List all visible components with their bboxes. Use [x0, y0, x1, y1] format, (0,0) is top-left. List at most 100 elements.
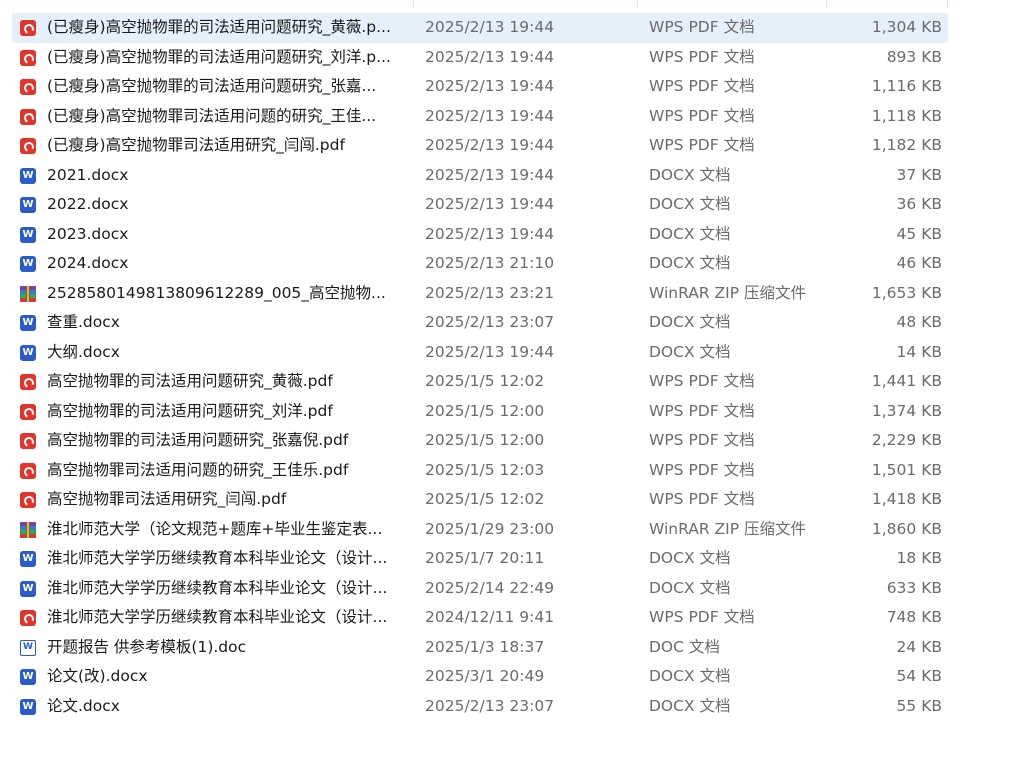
- file-name: 查重.docx: [47, 313, 120, 331]
- docx-icon: W: [20, 226, 36, 243]
- file-size: 45 KB: [896, 224, 942, 243]
- file-date-modified: 2025/1/7 20:11: [425, 549, 545, 567]
- file-size: 24 KB: [896, 637, 942, 656]
- docx-icon: W: [20, 344, 36, 361]
- file-type: WPS PDF 文档: [649, 401, 755, 420]
- file-name: 高空抛物罪的司法适用问题研究_张嘉倪.pdf: [47, 431, 349, 449]
- file-row[interactable]: (已瘦身)高空抛物罪司法适用问题的研究_王佳... 2025/2/13 19:44…: [12, 102, 948, 132]
- file-type: WPS PDF 文档: [649, 460, 755, 479]
- file-date-modified: 2025/2/13 23:07: [425, 696, 555, 715]
- file-row[interactable]: 高空抛物罪司法适用问题的研究_王佳乐.pdf 2025/1/5 12:03 WPS …: [12, 456, 948, 486]
- file-size: 1,418 KB: [871, 490, 942, 508]
- file-name: (已瘦身)高空抛物罪的司法适用问题研究_张嘉...: [47, 77, 377, 95]
- file-name: 论文(改).docx: [47, 667, 148, 685]
- file-date-modified: 2025/2/13 23:07: [425, 313, 555, 331]
- file-date-modified: 2025/2/13 19:44: [425, 47, 555, 66]
- file-date-modified: 2025/2/13 19:44: [425, 165, 555, 184]
- file-row[interactable]: W 2022.docx 2025/2/13 19:44 DOCX 文档 36 KB: [12, 190, 948, 220]
- file-row[interactable]: 高空抛物罪的司法适用问题研究_张嘉倪.pdf 2025/1/5 12:00 WPS …: [12, 426, 948, 456]
- file-size: 18 KB: [896, 549, 942, 567]
- docx-icon: W: [20, 580, 36, 597]
- file-size: 1,374 KB: [871, 401, 942, 420]
- file-type: WPS PDF 文档: [649, 608, 755, 626]
- file-row[interactable]: W 论文(改).docx 2025/3/1 20:49 DOCX 文档 54 KB: [12, 662, 948, 692]
- file-type: WPS PDF 文档: [649, 431, 755, 449]
- file-size: 46 KB: [896, 254, 942, 272]
- file-type: WPS PDF 文档: [649, 136, 755, 154]
- file-type: DOCX 文档: [649, 254, 731, 272]
- pdf-icon: [20, 79, 36, 95]
- file-date-modified: 2025/2/13 19:44: [425, 18, 555, 36]
- file-size: 1,182 KB: [871, 136, 942, 154]
- file-type: WPS PDF 文档: [649, 490, 755, 508]
- file-type: WPS PDF 文档: [649, 18, 755, 36]
- file-size: 1,441 KB: [871, 372, 942, 390]
- file-type: DOCX 文档: [649, 549, 731, 567]
- file-type: WPS PDF 文档: [649, 106, 755, 125]
- file-row[interactable]: (已瘦身)高空抛物罪的司法适用问题研究_张嘉... 2025/2/13 19:44…: [12, 72, 948, 102]
- file-size: 633 KB: [886, 578, 942, 597]
- file-row[interactable]: W 查重.docx 2025/2/13 23:07 DOCX 文档 48 KB: [12, 308, 948, 338]
- column-dividers: [0, 0, 1024, 8]
- file-type: DOCX 文档: [649, 224, 731, 243]
- file-row[interactable]: 高空抛物罪的司法适用问题研究_刘洋.pdf 2025/1/5 12:00 WPS P…: [12, 397, 948, 427]
- file-date-modified: 2025/2/13 21:10: [425, 254, 555, 272]
- file-date-modified: 2025/2/13 19:44: [425, 106, 555, 125]
- pdf-icon: [20, 492, 36, 508]
- pdf-icon: [20, 403, 36, 420]
- file-date-modified: 2025/1/5 12:03: [425, 460, 545, 479]
- file-name: 开题报告 供参考模板(1).doc: [47, 637, 247, 656]
- pdf-icon: [20, 20, 36, 36]
- file-date-modified: 2025/2/14 22:49: [425, 578, 555, 597]
- file-type: DOCX 文档: [649, 578, 731, 597]
- file-size: 893 KB: [886, 47, 942, 66]
- file-size: 2,229 KB: [871, 431, 942, 449]
- file-size: 36 KB: [896, 195, 942, 213]
- file-row[interactable]: 高空抛物罪的司法适用问题研究_黄薇.pdf 2025/1/5 12:02 WPS P…: [12, 367, 948, 397]
- file-name: 2022.docx: [47, 195, 129, 213]
- file-row[interactable]: W 2023.docx 2025/2/13 19:44 DOCX 文档 45 KB: [12, 220, 948, 250]
- file-type: WPS PDF 文档: [649, 372, 755, 390]
- file-name: 论文.docx: [47, 696, 120, 715]
- file-name: 淮北师范大学学历继续教育本科毕业论文（设计...: [47, 578, 388, 597]
- file-date-modified: 2025/1/5 12:00: [425, 401, 545, 420]
- file-row[interactable]: W 2021.docx 2025/2/13 19:44 DOCX 文档 37 KB: [12, 161, 948, 191]
- file-date-modified: 2025/1/3 18:37: [425, 637, 545, 656]
- file-date-modified: 2025/1/5 12:02: [425, 490, 545, 508]
- file-row[interactable]: W 淮北师范大学学历继续教育本科毕业论文（设计... 2025/2/14 22:49…: [12, 574, 948, 604]
- pdf-icon: [20, 138, 36, 154]
- file-row[interactable]: W 开题报告 供参考模板(1).doc 2025/1/3 18:37 DOC 文档 24…: [12, 633, 948, 663]
- zip-icon: [20, 285, 36, 302]
- file-date-modified: 2025/2/13 19:44: [425, 342, 555, 361]
- zip-icon: [20, 521, 36, 538]
- file-row[interactable]: W 2024.docx 2025/2/13 21:10 DOCX 文档 46 KB: [12, 249, 948, 279]
- pdf-icon: [20, 374, 36, 390]
- file-row[interactable]: W 大纲.docx 2025/2/13 19:44 DOCX 文档 14 KB: [12, 338, 948, 368]
- file-row[interactable]: 淮北师范大学学历继续教育本科毕业论文（设计... 2024/12/11 9:41 W…: [12, 603, 948, 633]
- docx-icon: W: [20, 256, 36, 272]
- file-row[interactable]: W 淮北师范大学学历继续教育本科毕业论文（设计... 2025/1/7 20:11 D…: [12, 544, 948, 574]
- file-size: 48 KB: [896, 313, 942, 331]
- pdf-icon: [20, 433, 36, 449]
- file-date-modified: 2025/1/5 12:02: [425, 372, 545, 390]
- file-name: 252858014981380961228​9_005_高空抛物...: [47, 283, 386, 302]
- file-name: 高空抛物罪的司法适用问题研究_黄薇.pdf: [47, 372, 333, 390]
- file-row[interactable]: W 论文.docx 2025/2/13 23:07 DOCX 文档 55 KB: [12, 692, 948, 722]
- file-type: DOC 文档: [649, 637, 720, 656]
- file-type: DOCX 文档: [649, 165, 731, 184]
- file-name: 淮北师范大学（论文规范+题库+毕业生鉴定表...: [47, 519, 383, 538]
- file-type: DOCX 文档: [649, 696, 731, 715]
- file-row[interactable]: 252858014981380961228​9_005_高空抛物... 2025/…: [12, 279, 948, 309]
- file-row[interactable]: 淮北师范大学（论文规范+题库+毕业生鉴定表... 2025/1/29 23:00 W…: [12, 515, 948, 545]
- file-row[interactable]: (已瘦身)高空抛物罪的司法适用问题研究_黄薇.p... 2025/2/13 19:…: [12, 13, 948, 43]
- file-rows: (已瘦身)高空抛物罪的司法适用问题研究_黄薇.p... 2025/2/13 19:…: [12, 13, 948, 721]
- file-type: WinRAR ZIP 压缩文件: [649, 519, 807, 538]
- pdf-icon: [20, 610, 36, 626]
- file-date-modified: 2024/12/11 9:41: [425, 608, 555, 626]
- file-size: 54 KB: [896, 667, 942, 685]
- file-row[interactable]: 高空抛物罪司法适用研究_闫闯.pdf 2025/1/5 12:02 WPS PDF …: [12, 485, 948, 515]
- file-row[interactable]: (已瘦身)高空抛物罪司法适用研究_闫闯.pdf 2025/2/13 19:44 WP…: [12, 131, 948, 161]
- file-name: 淮北师范大学学历继续教育本科毕业论文（设计...: [47, 608, 388, 626]
- file-row[interactable]: (已瘦身)高空抛物罪的司法适用问题研究_刘洋.p... 2025/2/13 19:…: [12, 43, 948, 73]
- file-name: 2021.docx: [47, 165, 129, 184]
